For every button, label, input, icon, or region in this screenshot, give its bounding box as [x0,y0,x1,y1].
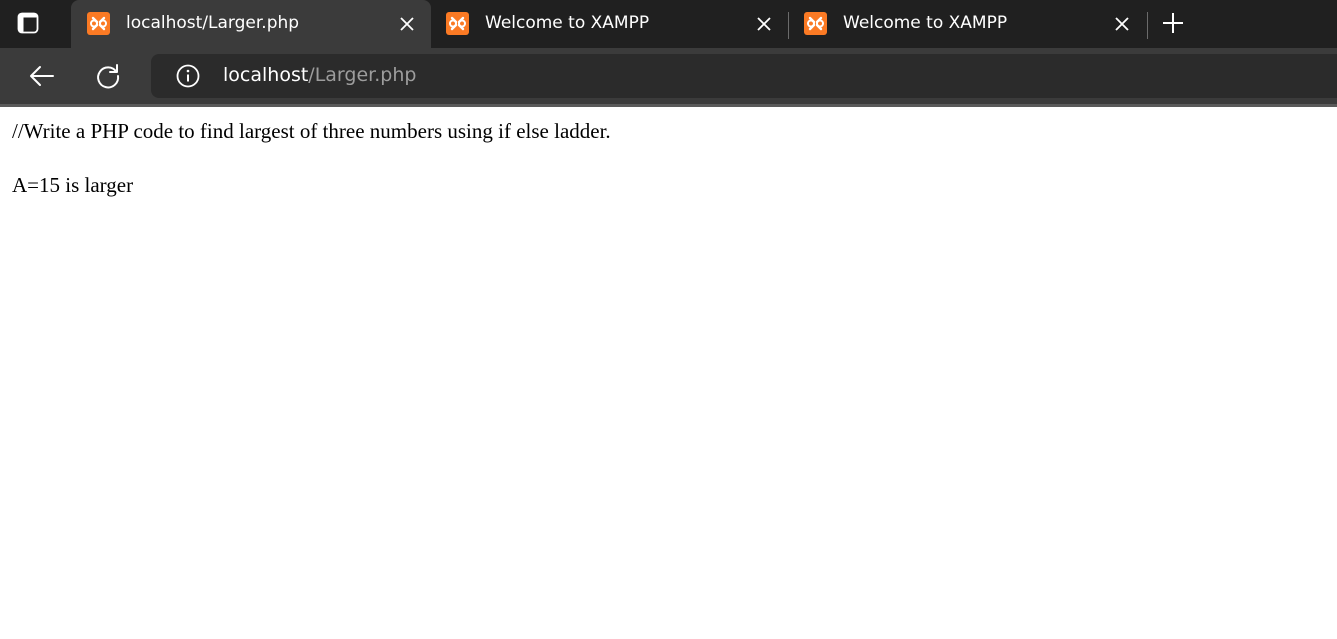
tab-actions-icon[interactable] [16,11,40,35]
back-arrow-icon [30,66,54,86]
url-host: localhost [223,64,309,86]
toolbar: localhost/Larger.php [0,48,1337,104]
tab-welcome-xampp[interactable]: Welcome to XAMPP [788,0,1146,47]
url-path: /Larger.php [308,64,417,86]
page-comment-text: //Write a PHP code to find largest of th… [12,119,611,143]
refresh-icon [97,64,120,89]
page-result-text: A=15 is larger [12,173,134,197]
close-icon[interactable] [756,16,772,32]
info-icon[interactable] [176,64,200,88]
refresh-button[interactable] [93,61,123,91]
xampp-icon [804,12,827,35]
xampp-icon [446,12,469,35]
close-icon[interactable] [399,16,415,32]
tab-separator [1147,12,1148,39]
plus-icon [1163,13,1183,33]
tab-localhost-larger[interactable]: localhost/Larger.php [71,0,431,48]
tab-title: Welcome to XAMPP [843,13,1008,33]
url-text[interactable]: localhost/Larger.php [223,64,416,86]
new-tab-button[interactable] [1161,11,1185,35]
tab-title: Welcome to XAMPP [485,13,650,33]
address-bar[interactable]: localhost/Larger.php [151,54,1337,98]
close-icon[interactable] [1114,16,1130,32]
xampp-icon [87,12,110,35]
tab-strip: localhost/Larger.php Welcome to XAMPP We… [0,0,1337,48]
tab-welcome-xampp[interactable]: Welcome to XAMPP [430,0,788,47]
tab-title: localhost/Larger.php [126,13,300,33]
back-button[interactable] [27,61,57,91]
browser-window: localhost/Larger.php Welcome to XAMPP We… [0,0,1337,639]
page-content: //Write a PHP code to find largest of th… [0,107,1337,639]
